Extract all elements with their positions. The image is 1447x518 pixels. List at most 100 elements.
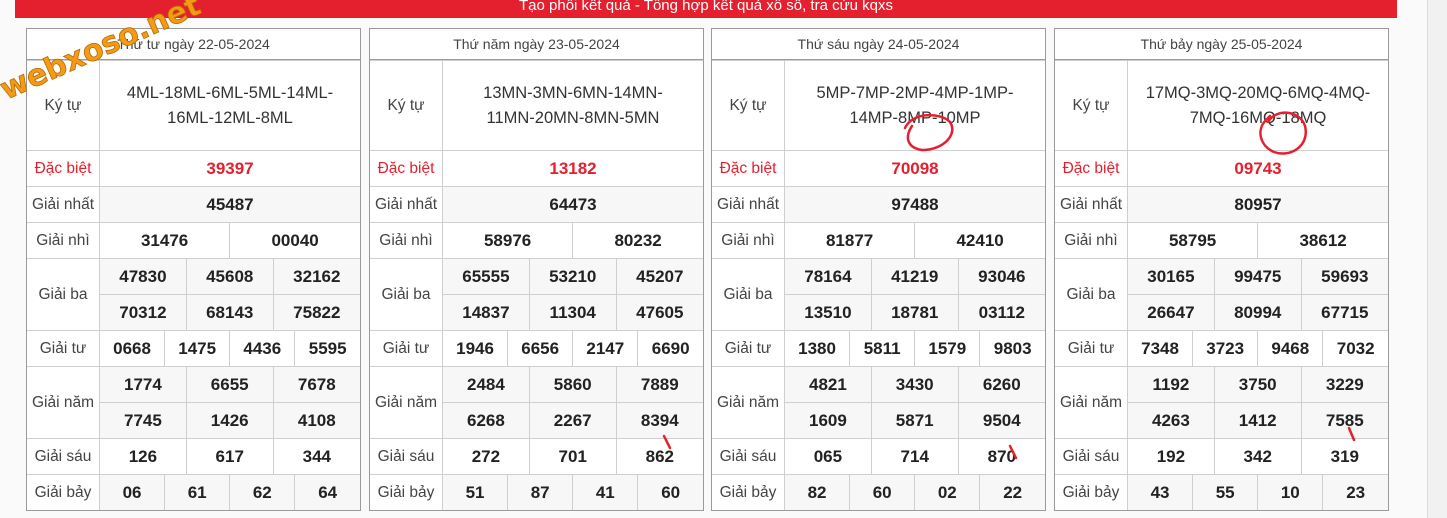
result-table: Ký tự 4ML-18ML-6ML-5ML-14ML- 16ML-12ML-8… (27, 60, 360, 510)
label-giai-tu: Giải tư (1055, 330, 1128, 367)
giai-nam-value: 9504 (957, 402, 1045, 439)
label-giai-nhi: Giải nhì (27, 222, 100, 259)
giai-nam-value: 1774 (99, 366, 187, 403)
giai-bay-value: 62 (229, 474, 296, 510)
giai-tu-value: 5811 (849, 330, 916, 367)
giai-bay-value: 51 (441, 474, 509, 510)
giai-bay-value: 87 (507, 474, 574, 510)
giai-nhi-value: 42410 (914, 222, 1045, 259)
giai-nam-value: 5860 (528, 366, 617, 403)
giai-ba-value: 14837 (442, 294, 530, 331)
label-giai-nhat: Giải nhất (712, 186, 785, 223)
giai-nam-value: 4108 (272, 402, 360, 439)
giai-nhi-value: 38612 (1257, 222, 1388, 259)
giai-sau-value: 862 (615, 438, 703, 475)
label-giai-bay: Giải bảy (712, 474, 785, 510)
giai-nam-value: 3229 (1300, 366, 1388, 403)
label-giai-ba: Giải ba (27, 258, 100, 331)
giai-bay-value: 60 (849, 474, 916, 510)
label-dac-biet: Đặc biệt (27, 150, 100, 187)
giai-ba-value: 45207 (615, 258, 703, 295)
giai-ba-value: 75822 (272, 294, 360, 331)
giai-ba-value: 78164 (784, 258, 872, 295)
giai-nam-value: 2484 (442, 366, 530, 403)
giai-sau-value: 714 (870, 438, 959, 475)
giai-tu-value: 9468 (1257, 330, 1324, 367)
giai-bay-value: 02 (914, 474, 981, 510)
giai-tu-value: 6690 (637, 330, 703, 367)
giai-nam-value: 1609 (784, 402, 872, 439)
giai-sau-value: 319 (1300, 438, 1388, 475)
giai-ba-value: 13510 (784, 294, 872, 331)
giai-tu-value: 9803 (979, 330, 1045, 367)
ky-tu-line-1: 5MP-7MP-2MP-4MP-1MP- (816, 83, 1014, 102)
giai-nam-value: 1192 (1127, 366, 1215, 403)
giai-nhi-value: 31476 (98, 222, 231, 259)
label-giai-bay: Giải bảy (1055, 474, 1128, 510)
giai-nhat-value: 45487 (99, 186, 360, 223)
giai-bay-value: 23 (1322, 474, 1388, 510)
giai-tu-value: 4436 (229, 330, 296, 367)
giai-bay-value: 06 (98, 474, 166, 510)
giai-ba-value: 03112 (957, 294, 1045, 331)
label-giai-nhi: Giải nhì (712, 222, 785, 259)
giai-tu-value: 5595 (294, 330, 360, 367)
label-giai-nhi: Giải nhì (370, 222, 443, 259)
ky-tu-value: 17MQ-3MQ-20MQ-6MQ-4MQ- 7MQ-16MQ-18MQ (1127, 60, 1388, 151)
giai-ba-value: 41219 (870, 258, 959, 295)
giai-ba-value: 47830 (99, 258, 187, 295)
dac-biet-value: 13182 (442, 150, 703, 187)
giai-sau-value: 065 (784, 438, 872, 475)
ky-tu-value: 5MP-7MP-2MP-4MP-1MP- 14MP-8MP-10MP (784, 60, 1045, 151)
label-giai-sau: Giải sáu (370, 438, 443, 475)
label-giai-sau: Giải sáu (1055, 438, 1128, 475)
giai-ba-value: 80994 (1213, 294, 1302, 331)
giai-bay-value: 64 (294, 474, 360, 510)
result-panel-2: Thứ năm ngày 23-05-2024 Ký tự 13MN-3MN-6… (369, 28, 704, 511)
giai-tu-value: 1475 (164, 330, 231, 367)
result-table: Ký tự 17MQ-3MQ-20MQ-6MQ-4MQ- 7MQ-16MQ-18… (1055, 60, 1388, 510)
giai-sau-value: 192 (1127, 438, 1215, 475)
top-banner[interactable]: Tạo phôi kết quả - Tổng hợp kết quả xổ s… (15, 0, 1397, 18)
label-giai-bay: Giải bảy (27, 474, 100, 510)
ky-tu-line-2: 14MP-8MP-10MP (849, 108, 981, 127)
giai-tu-value: 2147 (572, 330, 639, 367)
giai-ba-value: 67715 (1300, 294, 1388, 331)
label-dac-biet: Đặc biệt (712, 150, 785, 187)
giai-nam-value: 2267 (528, 402, 617, 439)
giai-ba-value: 45608 (185, 258, 274, 295)
giai-ba-value: 93046 (957, 258, 1045, 295)
giai-nam-value: 1426 (185, 402, 274, 439)
label-giai-nam: Giải năm (1055, 366, 1128, 439)
giai-ba-value: 59693 (1300, 258, 1388, 295)
giai-nam-value: 6260 (957, 366, 1045, 403)
label-giai-tu: Giải tư (27, 330, 100, 367)
giai-bay-value: 41 (572, 474, 639, 510)
giai-bay-value: 43 (1126, 474, 1194, 510)
giai-nam-value: 6268 (442, 402, 530, 439)
dac-biet-value: 70098 (784, 150, 1045, 187)
giai-ba-value: 65555 (442, 258, 530, 295)
giai-ba-value: 11304 (528, 294, 617, 331)
giai-nam-value: 7678 (272, 366, 360, 403)
giai-ba-value: 53210 (528, 258, 617, 295)
panel-date: Thứ bảy ngày 25-05-2024 (1055, 29, 1388, 60)
giai-nam-value: 7745 (99, 402, 187, 439)
giai-sau-value: 272 (442, 438, 530, 475)
giai-ba-value: 70312 (99, 294, 187, 331)
giai-tu-value: 3723 (1192, 330, 1259, 367)
giai-sau-value: 617 (185, 438, 274, 475)
panel-date: Thứ năm ngày 23-05-2024 (370, 29, 703, 60)
label-giai-ba: Giải ba (1055, 258, 1128, 331)
result-table: Ký tự 5MP-7MP-2MP-4MP-1MP- 14MP-8MP-10MP… (712, 60, 1045, 510)
giai-nam-value: 3750 (1213, 366, 1302, 403)
label-giai-bay: Giải bảy (370, 474, 443, 510)
panel-date: Thứ sáu ngày 24-05-2024 (712, 29, 1045, 60)
giai-nam-value: 7889 (615, 366, 703, 403)
scrollbar-track[interactable] (1428, 0, 1447, 518)
giai-tu-value: 1380 (783, 330, 851, 367)
giai-tu-value: 1946 (441, 330, 509, 367)
label-ky-tu: Ký tự (370, 60, 443, 151)
giai-sau-value: 344 (272, 438, 360, 475)
giai-bay-value: 60 (637, 474, 703, 510)
